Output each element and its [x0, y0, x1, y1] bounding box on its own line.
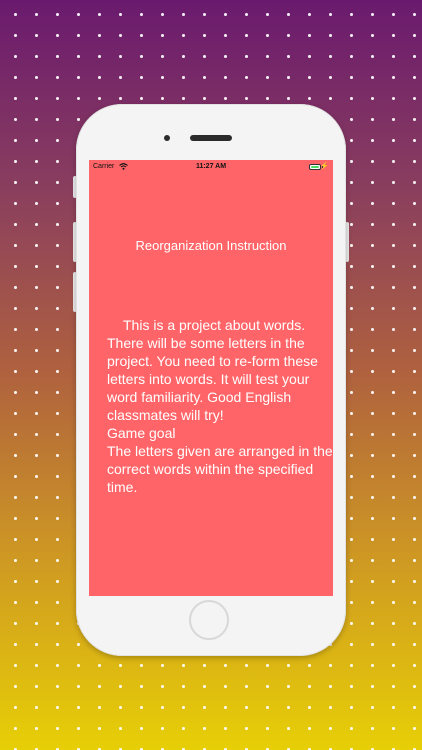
home-button[interactable] — [189, 600, 229, 640]
charging-bolt-icon: ⚡ — [320, 163, 329, 170]
goal-paragraph: The letters given are arranged in the co… — [107, 443, 333, 495]
instruction-text: This is a project about words. There wil… — [107, 316, 333, 496]
goal-heading: Game goal — [107, 425, 176, 441]
status-bar: Carrier 11:27 AM ⚡ — [89, 160, 333, 174]
status-time: 11:27 AM — [195, 163, 227, 170]
front-camera — [164, 135, 170, 141]
earpiece-speaker — [190, 135, 232, 141]
intro-paragraph: This is a project about words. There wil… — [107, 317, 318, 423]
app-screen: Carrier 11:27 AM ⚡ Reorganization Instru… — [89, 160, 333, 596]
page-title: Reorganization Instruction — [135, 238, 287, 253]
battery-icon — [309, 164, 323, 170]
